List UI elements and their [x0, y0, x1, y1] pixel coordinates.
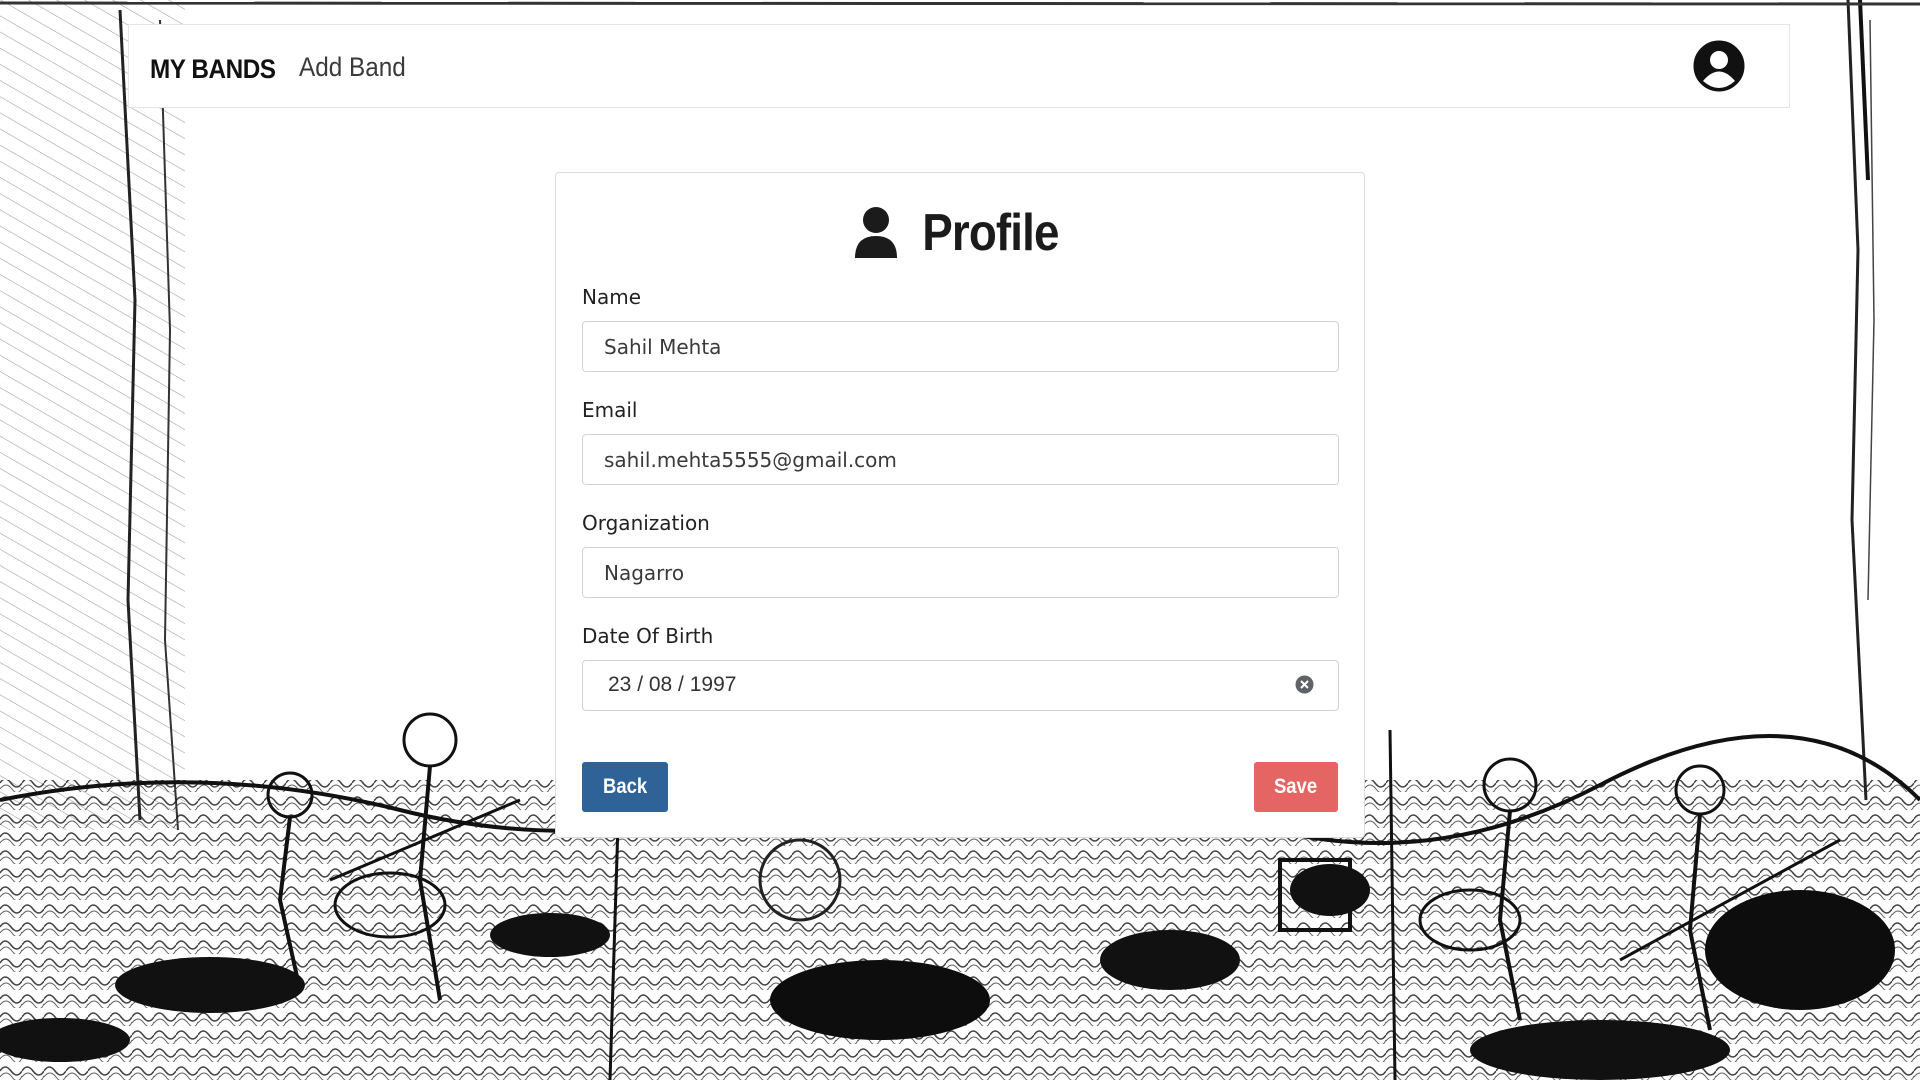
dob-label: Date Of Birth — [582, 624, 714, 648]
navbar: MY BANDS Add Band — [128, 24, 1790, 108]
user-circle-icon[interactable] — [1693, 40, 1745, 92]
name-label: Name — [582, 285, 642, 309]
back-button-label: Back — [602, 775, 648, 798]
dob-value[interactable]: 23 / 08 / 1997 — [608, 673, 736, 697]
dob-field[interactable]: 23 / 08 / 1997 — [582, 660, 1339, 711]
organization-field[interactable] — [582, 547, 1339, 598]
brand-link[interactable]: MY BANDS — [150, 54, 276, 85]
save-button[interactable]: Save — [1254, 762, 1338, 812]
email-field[interactable] — [582, 434, 1339, 485]
clear-circle-icon[interactable] — [1295, 675, 1314, 694]
email-label: Email — [582, 398, 638, 422]
page: MY BANDS Add Band Profile Name Email Org… — [0, 0, 1920, 1080]
organization-label: Organization — [582, 511, 710, 535]
save-button-label: Save — [1274, 775, 1318, 798]
card-title: Profile — [556, 203, 1364, 263]
page-title: Profile — [921, 204, 1059, 262]
add-band-link[interactable]: Add Band — [299, 52, 406, 83]
back-button[interactable]: Back — [582, 762, 668, 812]
profile-card: Profile Name Email Organization Date Of … — [555, 172, 1365, 838]
name-field[interactable] — [582, 321, 1339, 372]
user-icon — [854, 207, 897, 258]
